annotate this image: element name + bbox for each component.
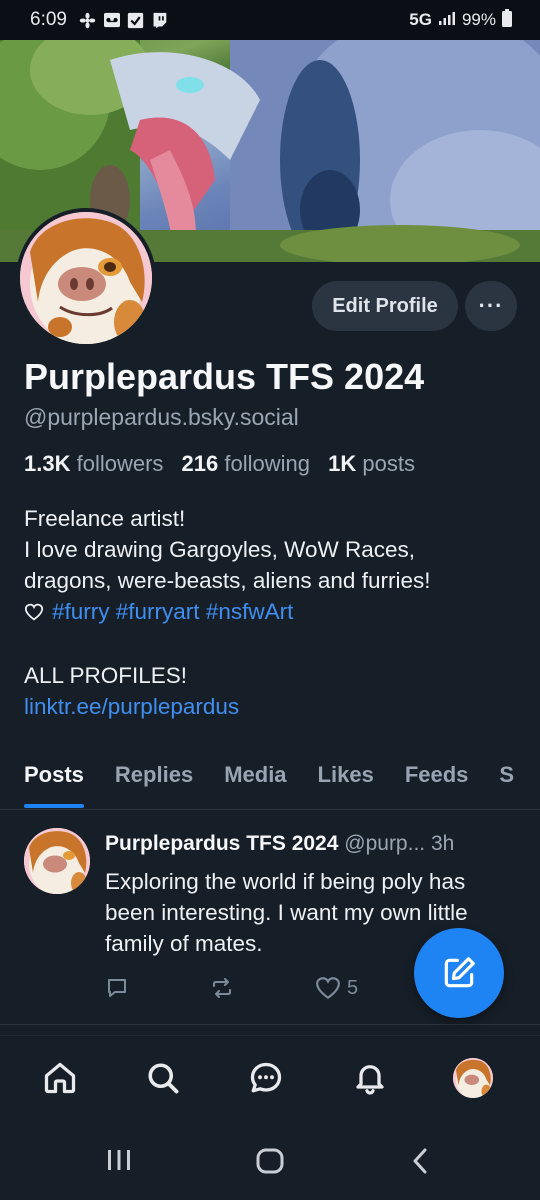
followers-link[interactable]: 1.3K followers	[24, 451, 163, 476]
system-navigation-bar	[0, 1120, 540, 1200]
home-circle-icon	[256, 1148, 284, 1174]
network-label: 5G	[409, 10, 432, 29]
nav-chat[interactable]	[246, 1058, 286, 1098]
recent-apps-button[interactable]	[106, 1148, 132, 1172]
profile-screen: 6:09 5G 99% Edit Profile ··· Purplepardu…	[0, 0, 540, 1200]
tab-media[interactable]: Media	[224, 750, 286, 808]
posts-count: 1K	[328, 451, 357, 476]
twitch-icon	[151, 11, 169, 29]
checkbox-icon	[127, 11, 145, 29]
tab-replies[interactable]: Replies	[115, 750, 193, 808]
tab-feeds[interactable]: Feeds	[405, 750, 469, 808]
profile-avatar[interactable]	[16, 208, 156, 348]
profile-handle: @purplepardus.bsky.social	[24, 404, 299, 430]
following-count: 216	[181, 451, 219, 476]
repost-button[interactable]	[210, 976, 234, 1000]
heart-outline-icon	[24, 598, 44, 629]
post-author-avatar[interactable]	[24, 828, 90, 894]
home-system-button[interactable]	[256, 1148, 284, 1174]
nav-notifications[interactable]	[350, 1058, 390, 1098]
chat-bubble-icon	[250, 1062, 282, 1093]
profile-stats: 1.3K followers 216 following 1K posts	[24, 451, 415, 477]
bell-icon	[356, 1065, 384, 1095]
edit-profile-button[interactable]: Edit Profile	[312, 281, 458, 331]
bio-line: I love drawing Gargoyles, WoW Races,	[24, 537, 415, 562]
chevron-left-icon	[413, 1148, 427, 1174]
tab-posts[interactable]: Posts	[24, 750, 84, 808]
post-author-name: Purplepardus TFS 2024	[105, 832, 339, 855]
posts-label: posts	[362, 451, 415, 476]
post-timestamp: 3h	[430, 832, 455, 855]
bio-line: ALL PROFILES!	[24, 663, 187, 688]
post-header[interactable]: Purplepardus TFS 2024 @purp... 3h	[105, 832, 525, 856]
voicemail-icon	[103, 11, 121, 29]
linktree-link[interactable]: linktr.ee/purplepardus	[24, 691, 524, 722]
post-actions: 5	[105, 976, 405, 1006]
notification-icons	[79, 11, 169, 29]
bio-line: Freelance artist!	[24, 506, 186, 531]
recent-apps-icon	[108, 1150, 130, 1170]
hashtag-link[interactable]: #furryart	[116, 599, 200, 624]
nav-search[interactable]	[143, 1058, 183, 1098]
post-author-handle: @purp...	[344, 832, 426, 855]
feed-divider	[0, 1024, 540, 1025]
more-options-button[interactable]: ···	[465, 281, 517, 331]
nav-profile-avatar	[453, 1058, 493, 1098]
following-label: following	[224, 451, 310, 476]
nav-profile[interactable]	[453, 1058, 493, 1098]
hashtag-link[interactable]: #furry	[52, 599, 110, 624]
compose-post-button[interactable]	[414, 928, 504, 1018]
status-right: 5G 99%	[409, 8, 512, 32]
bio-spacer	[24, 629, 524, 660]
battery-icon	[502, 8, 512, 32]
profile-display-name: Purplepardus TFS 2024	[24, 356, 425, 397]
hashtag-link[interactable]: #nsfwArt	[206, 599, 294, 624]
tab-likes[interactable]: Likes	[318, 750, 374, 808]
status-time: 6:09	[30, 9, 67, 30]
search-icon	[148, 1063, 179, 1094]
battery-percent: 99%	[461, 10, 496, 29]
home-icon	[44, 1062, 76, 1094]
reply-button[interactable]	[105, 976, 129, 1000]
heart-icon	[316, 977, 340, 1000]
profile-tabs: Posts Replies Media Likes Feeds S	[0, 750, 540, 810]
status-bar: 6:09 5G 99%	[0, 0, 540, 40]
following-link[interactable]: 216 following	[182, 451, 310, 476]
posts-stat: 1K posts	[328, 451, 415, 476]
bio-line: dragons, were-beasts, aliens and furries…	[24, 568, 431, 593]
bottom-navigation	[0, 1035, 540, 1120]
followers-count: 1.3K	[24, 451, 71, 476]
followers-label: followers	[76, 451, 164, 476]
nav-home[interactable]	[40, 1058, 80, 1098]
like-count: 5	[347, 976, 359, 999]
profile-bio: Freelance artist! I love drawing Gargoyl…	[24, 503, 524, 722]
like-button[interactable]: 5	[315, 976, 358, 1000]
repost-icon	[213, 978, 231, 998]
tab-starter-packs[interactable]: S	[499, 750, 514, 808]
reply-icon	[108, 979, 126, 997]
signal-icon	[438, 10, 456, 30]
bio-tags-line: #furry #furryart #nsfwArt	[24, 596, 524, 629]
fan-icon	[79, 11, 97, 29]
compose-icon	[444, 957, 475, 988]
back-button[interactable]	[410, 1148, 430, 1174]
